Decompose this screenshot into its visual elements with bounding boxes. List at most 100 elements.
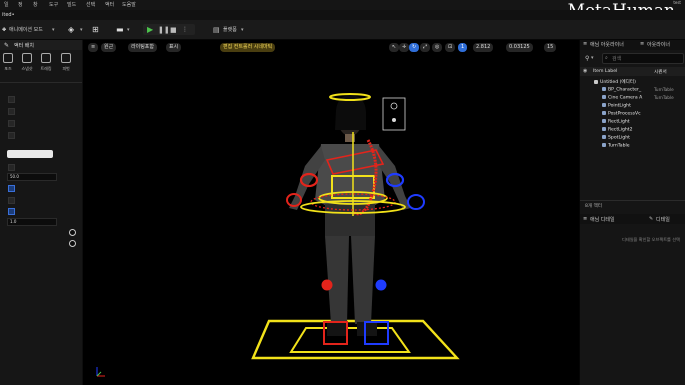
mode-label: 트래킹 — [40, 66, 52, 71]
outliner-row[interactable]: RectLight — [602, 119, 630, 125]
filter-icon[interactable]: ⚲ — [585, 55, 589, 62]
row-type: TurnTable — [654, 95, 674, 100]
outliner-row[interactable]: PostProcessVc — [602, 111, 641, 117]
chevron-down-icon[interactable]: ▾ — [127, 25, 130, 35]
pause-icon[interactable]: ❚❚ — [158, 25, 170, 35]
actor-icon — [602, 87, 606, 91]
platform-icon[interactable]: ▤ — [213, 25, 220, 35]
more-icon[interactable]: ⋮ — [182, 25, 188, 35]
level-viewport[interactable]: ≡ 원근 라이팅포함 표시 편집 컨트롤러 시네마틱 ↖ ✛ ↻ ⤢ ◎ ⊡ 1… — [83, 40, 579, 385]
panel-header: ✎ 액터 배치 — [0, 40, 82, 50]
mode-pose[interactable]: 포즈 — [1, 53, 15, 72]
menu-item[interactable]: 도움말 — [122, 1, 136, 8]
menu-item[interactable]: 선택 — [86, 1, 95, 8]
option-checkbox[interactable] — [8, 164, 15, 171]
hand-r-control[interactable] — [407, 194, 425, 210]
chevron-down-icon[interactable]: ▾ — [241, 25, 244, 35]
mode-tracking[interactable]: 트래킹 — [39, 53, 53, 72]
chevron-down-icon[interactable]: ▾ — [80, 25, 83, 35]
row-label: Untitled (에디터) — [600, 80, 636, 85]
character-body — [289, 95, 411, 336]
mode-pivot[interactable]: 피벗 — [59, 53, 73, 72]
tab-details[interactable]: 디테일 — [656, 216, 670, 223]
chevron-down-icon[interactable]: ▾ — [591, 55, 594, 61]
option-checkbox[interactable] — [8, 120, 15, 127]
search-input[interactable]: ⌕ 검색 — [602, 53, 684, 64]
divider — [580, 200, 685, 201]
outliner-row[interactable]: RectLight2 — [602, 127, 633, 133]
snapshot-icon — [22, 53, 32, 63]
scene-render — [96, 93, 460, 377]
column-type[interactable]: 시퀀서 — [654, 69, 667, 75]
panel-title: 액터 배치 — [14, 43, 34, 49]
platform-button[interactable]: 플랫폼 — [223, 25, 237, 35]
option-checkbox[interactable] — [8, 185, 15, 192]
mode-icon[interactable]: ✥ — [2, 25, 6, 35]
value-field[interactable]: 1.0 — [7, 218, 57, 226]
chevron-down-icon[interactable]: ▾ — [52, 25, 55, 35]
outliner-row[interactable]: Untitled (에디터) — [594, 79, 636, 85]
outliner-row[interactable]: BP_Character_ — [602, 87, 641, 93]
knee-l-pole[interactable] — [321, 279, 333, 291]
knee-r-pole[interactable] — [375, 279, 387, 291]
light-icon — [602, 103, 606, 107]
outliner-row[interactable]: TurnTable — [602, 143, 630, 149]
column-item-label[interactable]: Item Label — [593, 69, 617, 74]
play-icon[interactable]: ▶ — [147, 25, 153, 35]
outliner-row[interactable]: Cine Camera A — [602, 95, 642, 101]
tab-anim-details[interactable]: 애님 디테일 — [590, 216, 615, 223]
tab-bar — [0, 10, 685, 20]
eye-icon[interactable]: ◉ — [583, 68, 587, 74]
row-type: TurnTable — [654, 87, 674, 92]
menu-item[interactable]: 빌드 — [67, 1, 76, 8]
menu-item[interactable]: 일 — [4, 1, 9, 8]
outliner-panel: ≣ 애님 아웃라이너 ≣ 아웃라이너 ⚲ ▾ ⌕ 검색 ◉ Item Label… — [579, 40, 685, 385]
row-label: Cine Camera A — [608, 95, 643, 101]
row-label: RectLight — [608, 119, 630, 125]
blueprint-icon[interactable]: ⊞ — [92, 25, 99, 35]
postprocess-icon — [602, 111, 606, 115]
axis-gizmo — [96, 367, 105, 377]
pivot-icon — [61, 53, 71, 63]
pivot-radio[interactable] — [69, 229, 76, 236]
row-label: RectLight2 — [608, 127, 633, 133]
row-label: SpotLight — [608, 135, 630, 141]
row-label: TurnTable — [608, 143, 630, 149]
option-checkbox[interactable] — [8, 108, 15, 115]
divider — [0, 82, 82, 83]
mode-dropdown[interactable]: 애니메이션 모드 — [9, 25, 43, 35]
ground-control-inner[interactable] — [289, 327, 411, 353]
face-control-board[interactable] — [382, 97, 406, 131]
outliner-row[interactable]: PointLight — [602, 103, 631, 109]
actor-icon — [602, 143, 606, 147]
light-icon — [602, 135, 606, 139]
option-checkbox[interactable] — [8, 197, 15, 204]
pencil-icon: ✎ — [649, 216, 654, 222]
brand-superscript: test — [673, 0, 681, 5]
outliner-row[interactable]: SpotLight — [602, 135, 630, 141]
mode-label: 포즈 — [4, 66, 12, 71]
color-swatch[interactable] — [7, 150, 53, 158]
tab-anim-outliner[interactable]: 애님 아웃라이너 — [590, 41, 624, 48]
modes-panel: ✎ 액터 배치 포즈 스냅샷 트래킹 피벗 50.0 1.0 — [0, 40, 82, 385]
option-checkbox[interactable] — [8, 132, 15, 139]
outliner-tab-icon: ≣ — [640, 41, 645, 47]
menu-item[interactable]: 창 — [33, 1, 38, 8]
mode-snapshot[interactable]: 스냅샷 — [20, 53, 34, 72]
menu-item[interactable]: 도구 — [49, 1, 58, 8]
menu-item[interactable]: 정 — [18, 1, 23, 8]
value-field[interactable]: 50.0 — [7, 173, 57, 181]
menu-item[interactable]: 액터 — [105, 1, 114, 8]
row-label: BP_Character_ — [608, 87, 642, 93]
tab-outliner[interactable]: 아웃라이너 — [647, 41, 670, 48]
level-tab[interactable]: ited• — [2, 12, 15, 18]
stop-icon[interactable]: ■ — [170, 25, 177, 35]
details-tab-icon: ≣ — [583, 216, 588, 222]
pivot-radio[interactable] — [69, 240, 76, 247]
option-checkbox[interactable] — [8, 96, 15, 103]
outliner-tab-icon: ≣ — [583, 41, 588, 47]
cinematics-icon[interactable]: ▬ — [116, 25, 124, 35]
content-icon[interactable]: ◈ — [68, 25, 74, 35]
option-checkbox[interactable] — [8, 208, 15, 215]
row-label: PointLight — [608, 103, 631, 109]
